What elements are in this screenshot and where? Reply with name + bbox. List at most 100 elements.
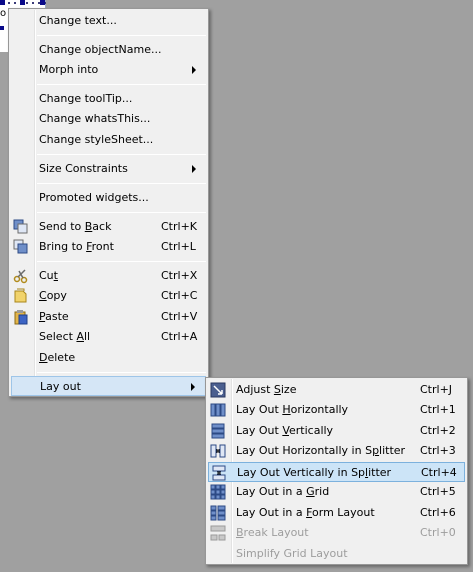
menu-item-label-part: F: [86, 240, 92, 253]
menu-item-label: Paste: [39, 310, 69, 323]
context-menu: Change text... Change objectName... Morp…: [8, 8, 209, 397]
scissors-icon: [13, 268, 29, 284]
menu-item-label: Bring to Front: [39, 240, 114, 253]
menu-item-shortcut: Ctrl+L: [161, 240, 196, 253]
menu-separator: [37, 183, 206, 184]
menu-item-label: Lay out: [40, 380, 81, 393]
menu-item-label: Promoted widgets...: [39, 191, 149, 204]
menu-item-label: Lay Out Vertically in Splitter: [237, 466, 392, 479]
grid-layout-icon: [210, 484, 226, 500]
menu-item-shortcut: Ctrl+K: [161, 220, 198, 233]
vertical-layout-icon: [210, 423, 226, 439]
menu-item-label-part: V: [282, 424, 289, 437]
menu-item-label: Send to Back: [39, 220, 112, 233]
menu-separator: [37, 84, 206, 85]
menu-item-lay-out[interactable]: Lay out: [11, 376, 206, 396]
menu-item-shortcut: Ctrl+3: [420, 444, 456, 457]
menu-separator: [37, 261, 206, 262]
menu-item-delete[interactable]: Delete: [11, 348, 206, 368]
menu-item-label: Simplify Grid Layout: [236, 547, 348, 560]
menu-item-shortcut: Ctrl+V: [161, 310, 198, 323]
menu-item-change-whatsthis[interactable]: Change whatsThis...: [11, 109, 206, 129]
menu-item-lay-out-horizontally-splitter[interactable]: Lay Out Horizontally in Splitter Ctrl+3: [208, 441, 465, 461]
resize-handle-top-right[interactable]: [40, 0, 45, 5]
menu-item-change-text[interactable]: Change text...: [11, 11, 206, 31]
menu-item-morph-into[interactable]: Morph into: [11, 60, 206, 80]
send-to-back-icon: [13, 219, 29, 235]
menu-item-label: Change whatsThis...: [39, 112, 151, 125]
menu-item-promoted-widgets[interactable]: Promoted widgets...: [11, 188, 206, 208]
menu-item-shortcut: Ctrl+X: [161, 269, 198, 282]
menu-item-label: Morph into: [39, 63, 99, 76]
menu-item-label-part: H: [282, 403, 291, 416]
menu-item-label-part: B: [236, 526, 244, 539]
menu-item-label: Break Layout: [236, 526, 309, 539]
menu-item-label-part: F: [306, 506, 313, 519]
menu-item-shortcut: Ctrl+1: [420, 403, 456, 416]
menu-item-change-stylesheet[interactable]: Change styleSheet...: [11, 130, 206, 150]
menu-item-lay-out-vertically-splitter[interactable]: Lay Out Vertically in Splitter Ctrl+4: [208, 462, 465, 482]
menu-item-label-part: B: [84, 220, 93, 233]
menu-item-label: Size Constraints: [39, 162, 128, 175]
menu-item-label: Change styleSheet...: [39, 133, 154, 146]
layout-submenu: Adjust Size Ctrl+J Lay Out Horizontally …: [205, 377, 468, 565]
menu-separator: [37, 372, 206, 373]
menu-separator: [37, 212, 206, 213]
menu-item-label-part: S: [273, 383, 281, 396]
menu-item-lay-out-grid[interactable]: Lay Out in a Grid Ctrl+5: [208, 482, 465, 502]
menu-item-label-part: l: [365, 466, 369, 479]
horizontal-layout-icon: [210, 402, 226, 418]
menu-item-label: Lay Out Horizontally in Splitter: [236, 444, 406, 457]
break-layout-icon: [210, 525, 226, 541]
menu-item-label-part: A: [76, 330, 84, 343]
menu-item-label-part: D: [39, 351, 48, 364]
menu-item-change-tooltip[interactable]: Change toolTip...: [11, 89, 206, 109]
menu-separator: [37, 154, 206, 155]
menu-item-change-objectname[interactable]: Change objectName...: [11, 40, 206, 60]
menu-item-label: Select All: [39, 330, 91, 343]
menu-item-label: Copy: [39, 289, 67, 302]
vertical-splitter-icon: [211, 465, 227, 481]
menu-item-label: Lay Out in a Grid: [236, 485, 330, 498]
menu-item-shortcut: Ctrl+0: [420, 526, 456, 539]
designer-canvas: o Change text... Change objectName... Mo…: [0, 0, 473, 572]
menu-item-select-all[interactable]: Select All Ctrl+A: [11, 327, 206, 347]
menu-item-label: Lay Out in a Form Layout: [236, 506, 375, 519]
bring-to-front-icon: [13, 239, 29, 255]
menu-item-label: Change objectName...: [39, 43, 162, 56]
menu-item-lay-out-vertically[interactable]: Lay Out Vertically Ctrl+2: [208, 421, 465, 441]
menu-item-lay-out-form[interactable]: Lay Out in a Form Layout Ctrl+6: [208, 503, 465, 523]
form-layout-icon: [210, 505, 226, 521]
menu-item-paste[interactable]: Paste Ctrl+V: [11, 307, 206, 327]
menu-item-shortcut: Ctrl+C: [161, 289, 198, 302]
submenu-arrow-icon: [192, 66, 196, 74]
submenu-arrow-icon: [192, 165, 196, 173]
menu-item-label-part: p: [372, 444, 380, 457]
resize-handle-left[interactable]: [0, 26, 4, 30]
menu-item-size-constraints[interactable]: Size Constraints: [11, 159, 206, 179]
menu-item-label: Lay Out Horizontally: [236, 403, 349, 416]
menu-item-cut[interactable]: Cut Ctrl+X: [11, 266, 206, 286]
menu-item-label-part: C: [39, 289, 47, 302]
resize-handle-top-left[interactable]: [0, 0, 5, 5]
menu-item-label: Adjust Size: [236, 383, 297, 396]
menu-item-lay-out-horizontally[interactable]: Lay Out Horizontally Ctrl+1: [208, 400, 465, 420]
horizontal-splitter-icon: [210, 443, 226, 459]
paste-icon: [13, 309, 29, 325]
menu-item-bring-to-front[interactable]: Bring to Front Ctrl+L: [11, 237, 206, 257]
menu-item-copy[interactable]: Copy Ctrl+C: [11, 286, 206, 306]
menu-item-shortcut: Ctrl+6: [420, 506, 456, 519]
menu-item-label: Cut: [39, 269, 58, 282]
menu-item-send-to-back[interactable]: Send to Back Ctrl+K: [11, 217, 206, 237]
resize-handle-top[interactable]: [20, 0, 25, 5]
adjust-size-icon: [210, 382, 226, 398]
menu-item-shortcut: Ctrl+J: [420, 383, 453, 396]
menu-item-label-part: t: [53, 269, 58, 282]
menu-item-label: Lay Out Vertically: [236, 424, 334, 437]
menu-item-adjust-size[interactable]: Adjust Size Ctrl+J: [208, 380, 465, 400]
menu-item-shortcut: Ctrl+5: [420, 485, 456, 498]
copy-icon: [13, 288, 29, 304]
menu-item-label: Change toolTip...: [39, 92, 133, 105]
submenu-arrow-icon: [191, 383, 195, 391]
menu-item-shortcut: Ctrl+2: [420, 424, 456, 437]
